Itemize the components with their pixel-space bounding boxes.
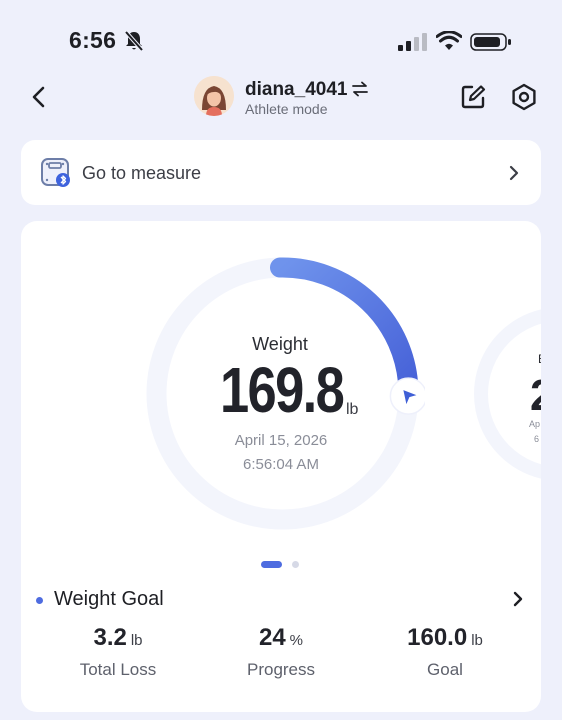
avatar-image: [194, 76, 234, 116]
weight-label: Weight: [252, 334, 308, 354]
chevron-right-icon[interactable]: [511, 590, 525, 608]
progress-marker: [389, 377, 425, 415]
stat-total-loss: 3.2 lb Total Loss: [38, 624, 198, 680]
wifi-icon: [436, 31, 462, 50]
weight-card: Weight 169.8 lb April 15, 2026 6:56:04 A…: [21, 221, 541, 712]
swap-icon[interactable]: [352, 81, 368, 97]
go-to-measure-label: Go to measure: [82, 163, 202, 183]
weight-unit: lb: [346, 401, 359, 418]
stat-label: Goal: [427, 660, 463, 679]
carousel-indicator[interactable]: [261, 561, 301, 569]
status-time: 6:56: [69, 27, 117, 53]
next-metric-label: B: [538, 352, 541, 366]
stat-value: 3.2: [93, 624, 127, 651]
username[interactable]: diana_4041: [245, 79, 347, 101]
settings-icon[interactable]: [510, 83, 538, 111]
next-metric-value: 2: [530, 371, 541, 421]
back-icon[interactable]: [28, 84, 50, 110]
stat-label: Total Loss: [79, 660, 157, 679]
battery-icon: [470, 33, 511, 51]
next-metric-date: Ap: [529, 419, 541, 429]
avatar[interactable]: [194, 76, 234, 116]
goal-bullet: [36, 597, 43, 604]
header: diana_4041 Athlete mode: [0, 70, 562, 126]
measure-date: April 15, 2026: [234, 432, 328, 449]
go-to-measure-card[interactable]: Go to measure: [21, 140, 541, 205]
stat-unit: lb: [471, 632, 483, 649]
chevron-right-icon: [509, 165, 519, 181]
bell-slash-icon: [124, 30, 144, 52]
stat-unit: lb: [130, 632, 143, 649]
stat-unit: %: [289, 632, 304, 649]
carousel-dot[interactable]: [292, 561, 299, 568]
stat-goal: 160.0 lb Goal: [365, 624, 525, 680]
stat-progress: 24% Progress: [201, 624, 361, 680]
weight-value: 169.8: [220, 354, 345, 426]
next-metric-time: 6: [534, 434, 540, 444]
stat-value: 160.0: [407, 624, 468, 651]
measure-time: 6:56:04 AM: [243, 456, 319, 473]
signal-icon: [398, 33, 427, 51]
weight-goal-title[interactable]: Weight Goal: [54, 588, 164, 611]
user-mode-label: Athlete mode: [245, 101, 328, 117]
carousel-dot-active[interactable]: [261, 561, 282, 568]
stat-value: 24: [258, 624, 286, 651]
status-bar: 6:56: [0, 0, 562, 70]
scale-bluetooth-icon: [41, 158, 70, 187]
edit-icon[interactable]: [460, 84, 486, 110]
stat-label: Progress: [246, 660, 316, 679]
